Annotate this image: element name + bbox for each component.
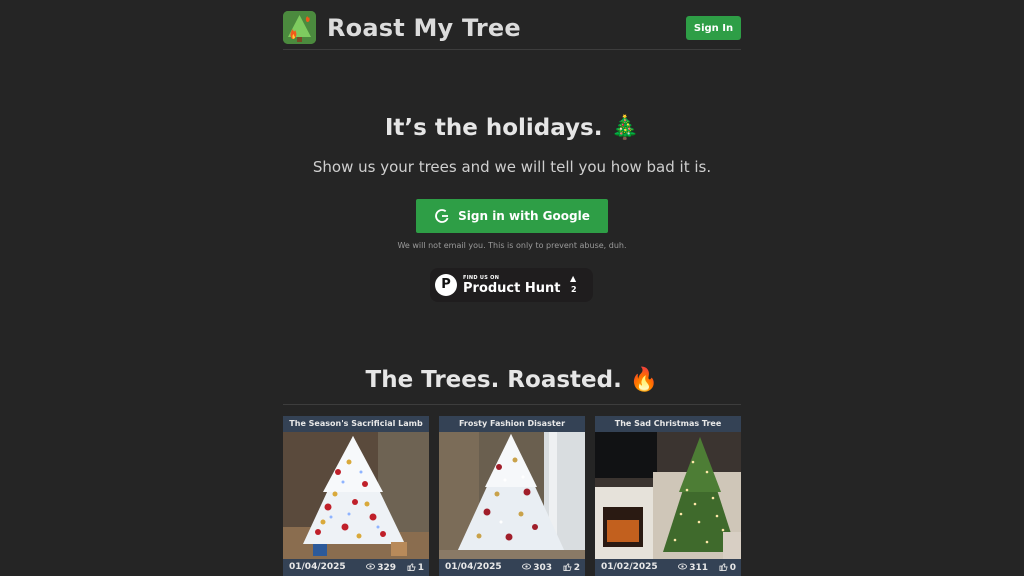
tree-photo — [595, 432, 741, 559]
section-title: The Trees. Roasted. 🔥 — [365, 367, 659, 393]
upvote-count: 2 — [571, 285, 577, 294]
card-title: Frosty Fashion Disaster — [439, 416, 585, 432]
tree-photo — [283, 432, 429, 559]
tree-card[interactable]: The Sad Christmas Tree 01/02/2025 311 0 — [595, 416, 741, 576]
card-date: 01/04/2025 — [445, 562, 502, 572]
product-hunt-name: Product Hunt — [463, 281, 561, 296]
thumbs-up-icon — [563, 563, 572, 571]
email-disclaimer: We will not email you. This is only to p… — [397, 241, 627, 250]
card-footer: 01/02/2025 311 0 — [595, 559, 741, 576]
thumbs-up-icon — [719, 563, 728, 571]
sign-in-button[interactable]: Sign In — [686, 16, 741, 40]
hero-subtitle: Show us your trees and we will tell you … — [312, 158, 712, 176]
eye-icon — [522, 563, 532, 570]
card-footer: 01/04/2025 303 2 — [439, 559, 585, 576]
hero-title: It’s the holidays. 🎄 — [384, 115, 640, 141]
card-views: 303 — [522, 562, 552, 573]
section-divider — [283, 404, 741, 405]
upvote-arrow-icon: ▲ — [570, 274, 577, 283]
product-hunt-icon: P — [435, 274, 457, 296]
card-date: 01/02/2025 — [601, 562, 658, 572]
thumbs-up-icon — [407, 563, 416, 571]
card-date: 01/04/2025 — [289, 562, 346, 572]
card-views: 311 — [678, 562, 708, 573]
card-likes[interactable]: 0 — [719, 562, 736, 573]
tree-card[interactable]: Frosty Fashion Disaster 01/04/2025 303 2 — [439, 416, 585, 576]
tree-card[interactable]: The Season's Sacrificial Lamb 01/04/2025… — [283, 416, 429, 576]
card-likes[interactable]: 1 — [407, 562, 424, 573]
card-views: 329 — [366, 562, 396, 573]
eye-icon — [366, 563, 376, 570]
tree-photo — [439, 432, 585, 559]
tree-fire-logo-icon[interactable] — [283, 11, 316, 44]
card-likes[interactable]: 2 — [563, 562, 580, 573]
brand-title[interactable]: Roast My Tree — [327, 14, 521, 42]
site-header: Roast My Tree Sign In — [283, 10, 741, 50]
google-sign-in-button[interactable]: Sign in with Google — [416, 199, 608, 233]
product-hunt-badge[interactable]: P FIND US ON Product Hunt ▲ 2 — [430, 268, 593, 302]
google-button-label: Sign in with Google — [458, 209, 590, 223]
card-title: The Sad Christmas Tree — [595, 416, 741, 432]
eye-icon — [678, 563, 688, 570]
card-title: The Season's Sacrificial Lamb — [283, 416, 429, 432]
card-footer: 01/04/2025 329 1 — [283, 559, 429, 576]
google-icon — [434, 208, 450, 224]
